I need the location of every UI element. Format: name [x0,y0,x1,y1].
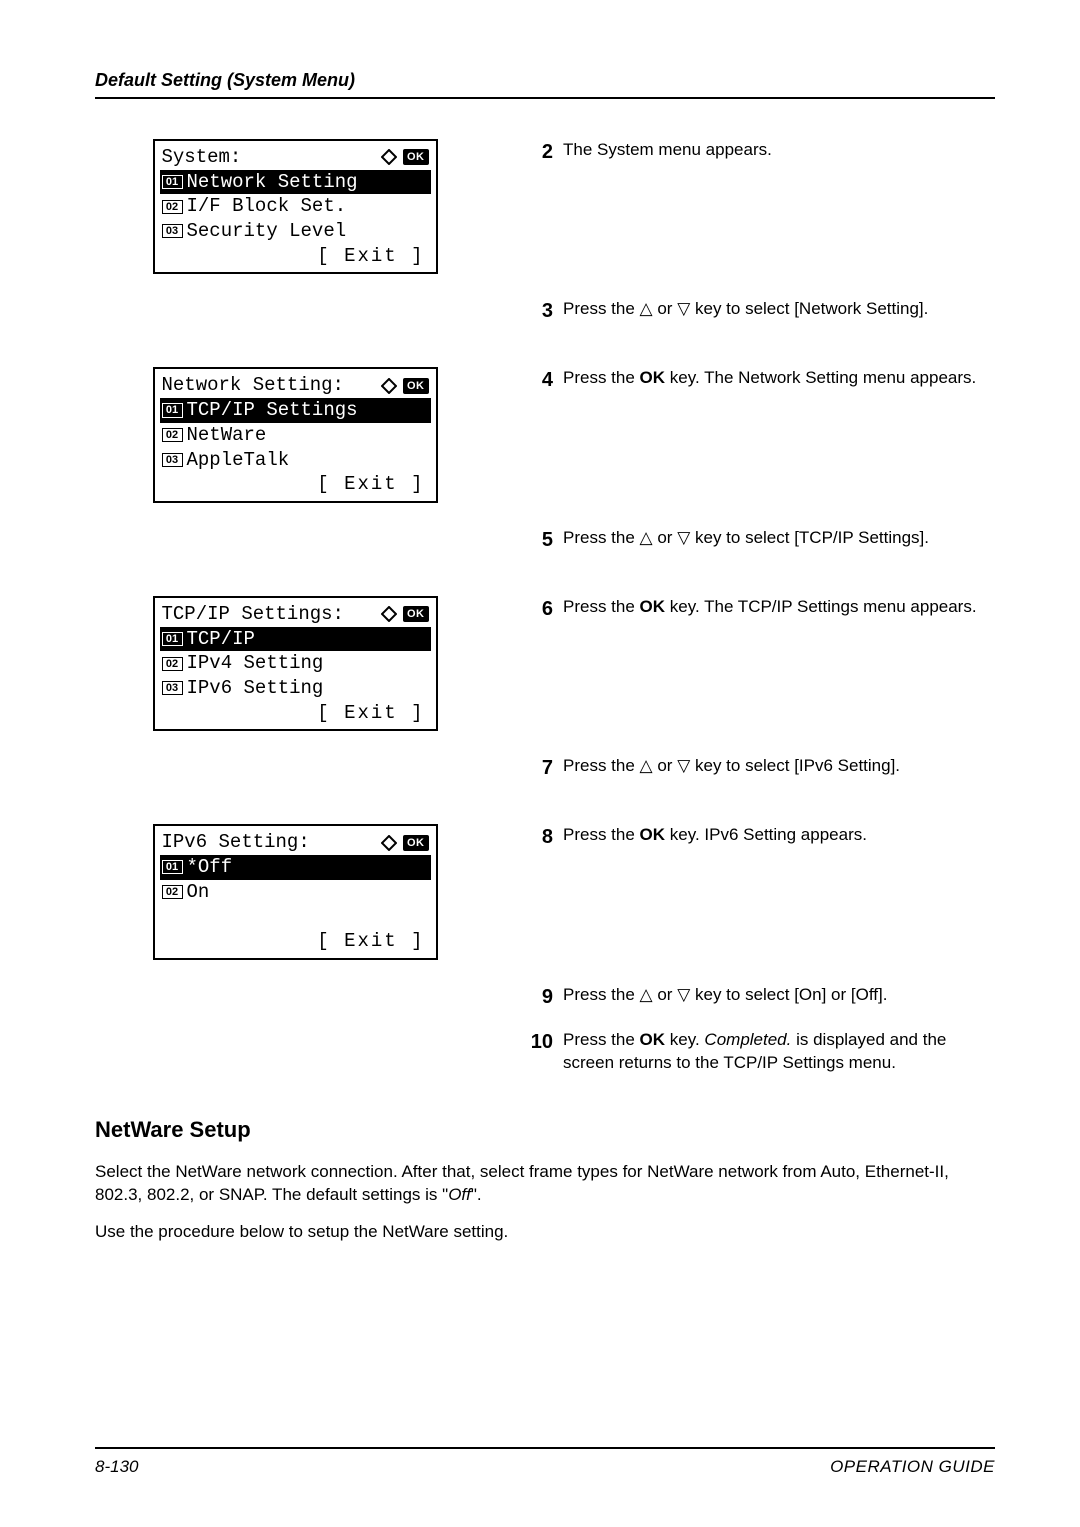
page: Default Setting (System Menu) System: OK… [0,0,1080,1527]
ok-icon: OK [403,378,429,394]
lcd-item [160,904,431,929]
lcd-title: System: [162,145,242,170]
nav-diamond-icon [381,835,397,851]
lcd-tcpip-settings: TCP/IP Settings: OK 01TCP/IP 02IPv4 Sett… [153,596,438,731]
lcd-item: 02IPv4 Setting [160,651,431,676]
body-paragraph: Select the NetWare network connection. A… [95,1161,995,1207]
up-triangle-icon: △ [640,756,653,775]
lcd-item: 03Security Level [160,219,431,244]
lcd-item: 03IPv6 Setting [160,676,431,701]
lcd-ipv6-setting: IPv6 Setting: OK 01*Off 02On [ Exit ] [153,824,438,959]
step-item: 7Press the △ or ▽ key to select [IPv6 Se… [523,755,995,782]
ok-icon: OK [403,835,429,851]
step-item: 2The System menu appears. [523,139,995,166]
lcd-title: Network Setting: [162,373,344,398]
body-paragraph: Use the procedure below to setup the Net… [95,1221,995,1244]
down-triangle-icon: ▽ [677,756,690,775]
down-triangle-icon: ▽ [677,985,690,1004]
lcd-network-setting: Network Setting: OK 01TCP/IP Settings 02… [153,367,438,502]
lcd-item: 02NetWare [160,423,431,448]
step-item: 4Press the OK key. The Network Setting m… [523,367,995,394]
lcd-item: 01Network Setting [160,170,431,195]
page-footer: 8-130 OPERATION GUIDE [95,1447,995,1477]
step-item: 10Press the OK key. Completed. is displa… [523,1029,995,1075]
nav-diamond-icon [381,149,397,165]
up-triangle-icon: △ [640,985,653,1004]
step-item: 6Press the OK key. The TCP/IP Settings m… [523,596,995,623]
nav-diamond-icon [381,378,397,394]
lcd-title: TCP/IP Settings: [162,602,344,627]
footer-guide: OPERATION GUIDE [830,1457,995,1477]
page-number: 8-130 [95,1457,138,1477]
ok-icon: OK [403,149,429,165]
lcd-softkey-exit: [ Exit ] [160,929,431,954]
lcd-item: 01*Off [160,855,431,880]
down-triangle-icon: ▽ [677,299,690,318]
down-triangle-icon: ▽ [677,528,690,547]
lcd-softkey-exit: [ Exit ] [160,701,431,726]
lcd-title: IPv6 Setting: [162,830,310,855]
up-triangle-icon: △ [640,528,653,547]
lcd-item: 02I/F Block Set. [160,194,431,219]
lcd-softkey-exit: [ Exit ] [160,472,431,497]
lcd-item: 01TCP/IP [160,627,431,652]
lcd-item: 01TCP/IP Settings [160,398,431,423]
step-item: 3Press the △ or ▽ key to select [Network… [523,298,995,325]
running-header: Default Setting (System Menu) [95,70,995,91]
lcd-item: 03AppleTalk [160,448,431,473]
step-item: 8Press the OK key. IPv6 Setting appears. [523,824,995,851]
step-item: 5Press the △ or ▽ key to select [TCP/IP … [523,527,995,554]
lcd-softkey-exit: [ Exit ] [160,244,431,269]
lcd-item: 02On [160,880,431,905]
up-triangle-icon: △ [640,299,653,318]
step-item: 9Press the △ or ▽ key to select [On] or … [523,984,995,1011]
lcd-system: System: OK 01Network Setting 02I/F Block… [153,139,438,274]
nav-diamond-icon [381,606,397,622]
header-rule [95,97,995,99]
section-heading-netware: NetWare Setup [95,1117,995,1143]
ok-icon: OK [403,606,429,622]
